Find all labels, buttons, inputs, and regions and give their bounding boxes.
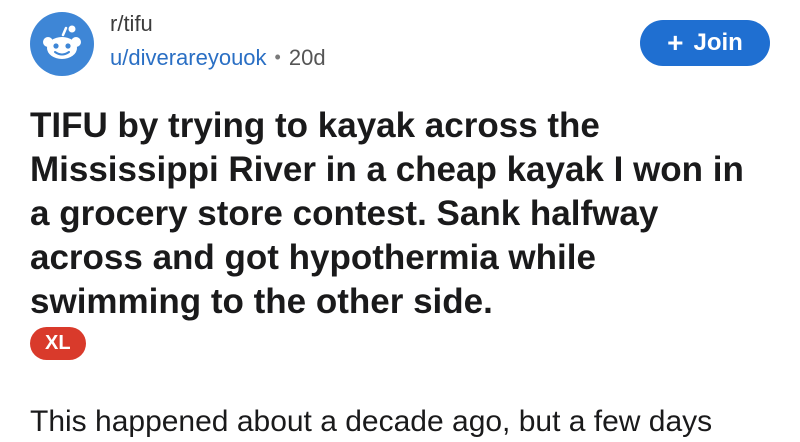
post-meta: r/tifu u/diverareyouok • 20d bbox=[110, 10, 326, 70]
post-age: 20d bbox=[288, 45, 326, 71]
author-row: u/diverareyouok • 20d bbox=[110, 45, 326, 71]
plus-icon: + bbox=[667, 27, 684, 58]
reddit-snoo-icon bbox=[43, 25, 81, 59]
join-button-label: Join bbox=[693, 29, 743, 56]
flair-label: XL bbox=[45, 332, 71, 354]
subreddit-name[interactable]: r/tifu bbox=[110, 11, 326, 36]
post-body-preview: This happened about a decade ago, but a … bbox=[30, 405, 713, 438]
meta-separator: • bbox=[274, 47, 281, 68]
join-button[interactable]: + Join bbox=[640, 20, 770, 66]
post-header: r/tifu u/diverareyouok • 20d bbox=[30, 10, 326, 76]
post-flair[interactable]: XL bbox=[30, 327, 86, 360]
author-username[interactable]: u/diverareyouok bbox=[110, 45, 267, 70]
post-title[interactable]: TIFU by trying to kayak across the Missi… bbox=[30, 104, 770, 324]
subreddit-avatar[interactable] bbox=[30, 12, 94, 76]
